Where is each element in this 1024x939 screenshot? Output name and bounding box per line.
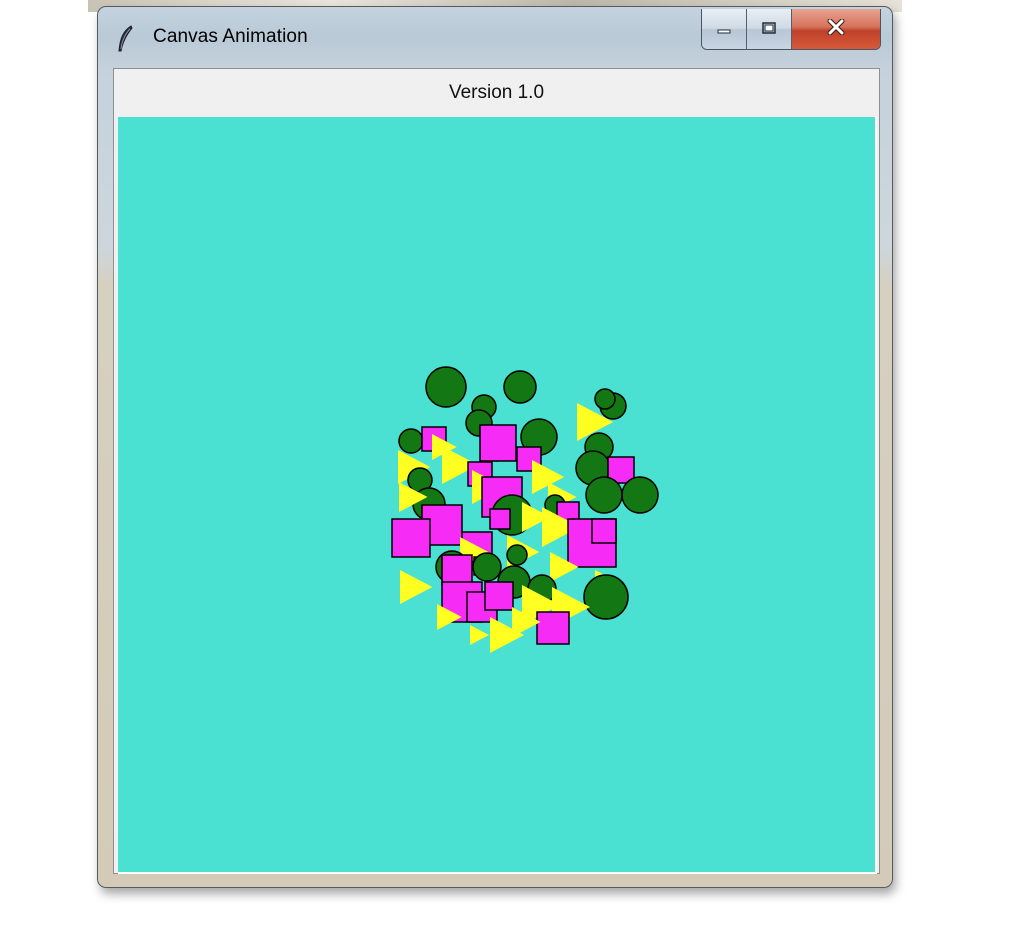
version-label: Version 1.0: [448, 81, 545, 103]
square-shape: [484, 581, 514, 611]
square-shape: [489, 508, 511, 530]
circle-shape: [425, 366, 467, 408]
title-bar[interactable]: Canvas Animation: [98, 7, 892, 65]
triangle-shape: [400, 570, 433, 604]
minimize-icon: [716, 20, 732, 39]
animation-canvas[interactable]: [118, 117, 877, 874]
close-button[interactable]: [792, 9, 880, 49]
caption-buttons: [701, 9, 881, 50]
feather-icon: [117, 25, 135, 53]
square-shape: [536, 611, 570, 645]
square-shape: [591, 518, 617, 544]
app-window: Canvas Animation Version 1.0: [97, 6, 893, 888]
window-title: Canvas Animation: [153, 26, 308, 47]
triangle-shape: [470, 625, 489, 645]
circle-shape: [506, 544, 528, 566]
maximize-icon: [761, 20, 777, 39]
circle-shape: [472, 552, 502, 582]
circle-shape: [583, 574, 629, 620]
square-shape: [441, 554, 473, 586]
minimize-button[interactable]: [702, 9, 747, 49]
circle-shape: [621, 476, 659, 514]
square-shape: [479, 424, 517, 462]
client-area: Version 1.0: [113, 68, 880, 874]
shapes-layer: [391, 366, 659, 653]
maximize-button[interactable]: [747, 9, 792, 49]
circle-shape: [594, 388, 616, 410]
circle-shape: [503, 370, 537, 404]
circle-shape: [398, 428, 424, 454]
close-icon: [826, 18, 846, 39]
square-shape: [391, 518, 431, 558]
circle-shape: [585, 476, 623, 514]
